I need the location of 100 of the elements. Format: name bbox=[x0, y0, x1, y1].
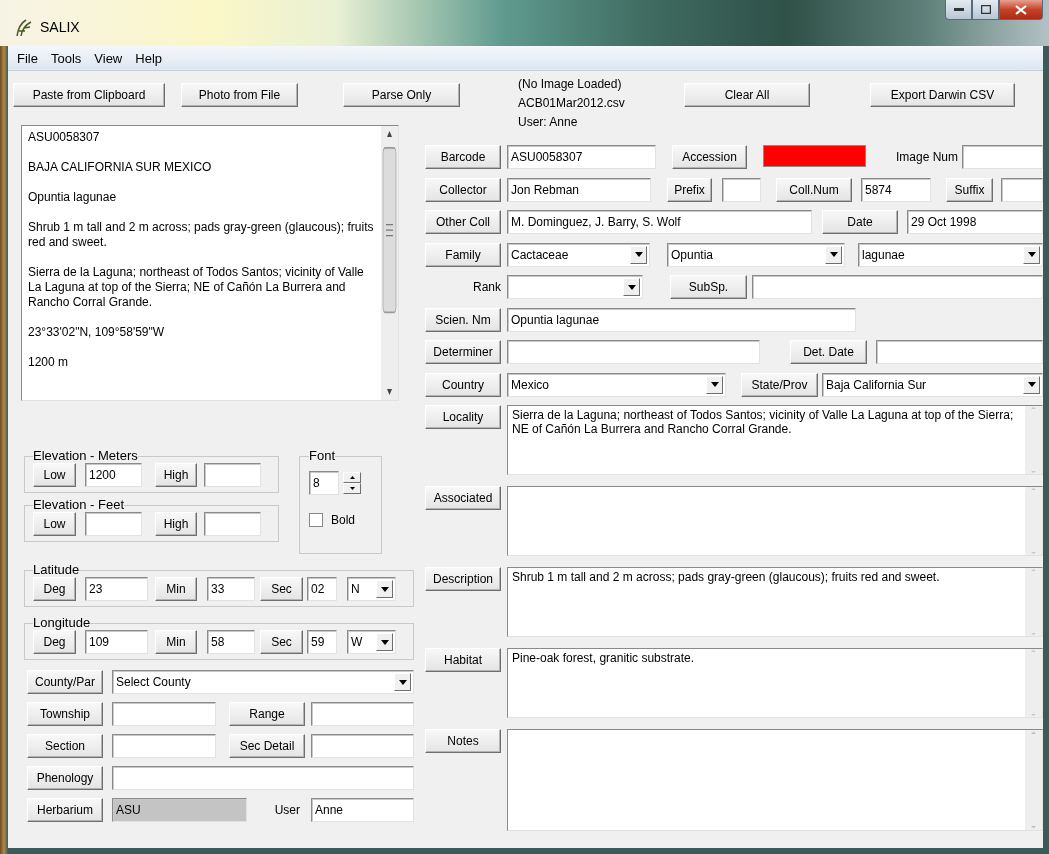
menu-item[interactable]: View bbox=[89, 50, 131, 66]
dropdown[interactable]: Baja California Sur bbox=[822, 372, 1043, 397]
form-button[interactable]: Coll.Num bbox=[776, 177, 852, 202]
form-button[interactable]: Township bbox=[27, 702, 103, 726]
form-button[interactable]: Phenology bbox=[27, 766, 103, 790]
dropdown[interactable]: Mexico bbox=[507, 372, 726, 397]
form-button[interactable]: Description bbox=[425, 567, 501, 591]
menu-item[interactable]: Help bbox=[130, 50, 170, 66]
form-button[interactable]: SubSp. bbox=[670, 275, 747, 299]
input-field[interactable]: 23 bbox=[85, 577, 148, 601]
input-field[interactable]: 5874 bbox=[861, 177, 931, 202]
form-button[interactable]: Low bbox=[33, 463, 76, 487]
form-button[interactable]: Locality bbox=[425, 405, 501, 429]
form-button[interactable]: Sec bbox=[260, 577, 303, 601]
input-field[interactable]: ASU0058307 bbox=[507, 145, 656, 169]
toolbar-button[interactable]: Export Darwin CSV bbox=[870, 83, 1015, 107]
text-area[interactable]: Shrub 1 m tall and 2 m across; pads gray-green (glaucous); fruits red and sweet. bbox=[507, 567, 1043, 637]
input-field[interactable] bbox=[112, 766, 414, 790]
group-title: Latitude bbox=[33, 562, 80, 577]
spin-field[interactable]: 8 bbox=[309, 471, 339, 495]
form-button[interactable]: Min bbox=[155, 630, 197, 654]
input-field[interactable] bbox=[311, 702, 414, 726]
group-title: Elevation - Meters bbox=[33, 448, 138, 463]
close-button[interactable] bbox=[999, 0, 1043, 20]
form-button[interactable]: Sec Detail bbox=[229, 734, 305, 758]
form-button[interactable]: Deg bbox=[33, 630, 76, 654]
form-button[interactable]: Range bbox=[229, 702, 305, 726]
form-button[interactable]: Scien. Nm bbox=[425, 307, 501, 332]
input-field[interactable]: M. Dominguez, J. Barry, S. Wolf bbox=[507, 210, 812, 234]
input-field[interactable] bbox=[112, 734, 216, 758]
form-button[interactable]: Min bbox=[155, 577, 197, 601]
toolbar-button[interactable]: Photo from File bbox=[181, 83, 298, 107]
dropdown[interactable]: Cactaceae bbox=[507, 242, 650, 267]
input-field[interactable]: 02 bbox=[307, 577, 337, 601]
input-field[interactable] bbox=[722, 177, 761, 202]
input-field[interactable] bbox=[311, 734, 414, 758]
form-button[interactable]: Country bbox=[425, 372, 501, 397]
form-button[interactable]: Herbarium bbox=[27, 798, 103, 822]
dropdown[interactable]: Opuntia bbox=[667, 242, 845, 267]
input-field[interactable] bbox=[204, 463, 261, 487]
input-field[interactable] bbox=[112, 702, 216, 726]
form-button[interactable]: Family bbox=[425, 242, 501, 267]
form-button[interactable]: Barcode bbox=[425, 145, 501, 169]
form-button[interactable]: Other Coll bbox=[425, 210, 501, 234]
form-button[interactable]: Collector bbox=[425, 177, 501, 202]
menu-item[interactable]: File bbox=[12, 50, 46, 66]
input-field[interactable]: 109 bbox=[85, 630, 148, 654]
status-text: ACB01Mar2012.csv bbox=[518, 95, 626, 112]
form-button[interactable]: Suffix bbox=[946, 177, 993, 202]
form-button[interactable]: Associated bbox=[425, 486, 501, 510]
minimize-button[interactable] bbox=[945, 0, 972, 20]
form-button[interactable]: Prefix bbox=[667, 177, 712, 202]
maximize-button[interactable] bbox=[972, 0, 999, 20]
text-area[interactable]: Sierra de la Laguna; northeast of Todos Santos; vicinity of Valle La Laguna at top of the Sierra; NE of Cañón La Burrera and Rancho Corral Grande. bbox=[507, 405, 1043, 475]
input-field[interactable]: Jon Rebman bbox=[507, 177, 651, 202]
leaf-icon bbox=[14, 19, 34, 37]
input-field[interactable] bbox=[752, 275, 1043, 299]
form-button[interactable]: County/Par bbox=[27, 670, 103, 694]
form-button[interactable]: Low bbox=[33, 512, 76, 536]
form-button[interactable]: Habitat bbox=[425, 648, 501, 672]
form-button[interactable]: Deg bbox=[33, 577, 76, 601]
input-field[interactable] bbox=[85, 512, 142, 536]
form-button[interactable]: High bbox=[155, 512, 197, 536]
form-button[interactable]: Notes bbox=[425, 729, 501, 753]
spin-up-icon[interactable] bbox=[343, 472, 361, 483]
input-field[interactable] bbox=[1001, 177, 1043, 202]
input-field[interactable] bbox=[876, 340, 1043, 364]
toolbar-button[interactable]: Clear All bbox=[684, 83, 810, 107]
toolbar-button[interactable]: Paste from Clipboard bbox=[13, 83, 165, 107]
input-field[interactable]: 33 bbox=[207, 577, 255, 601]
checkbox[interactable] bbox=[309, 513, 323, 527]
dropdown[interactable]: N bbox=[347, 577, 396, 601]
input-field[interactable]: 1200 bbox=[85, 463, 142, 487]
input-field[interactable]: 29 Oct 1998 bbox=[907, 210, 1043, 234]
input-field[interactable]: 58 bbox=[207, 630, 255, 654]
dropdown[interactable]: lagunae bbox=[858, 242, 1043, 267]
form-button[interactable]: State/Prov bbox=[741, 372, 818, 397]
status-text: (No Image Loaded) bbox=[518, 76, 623, 93]
form-button[interactable]: Sec bbox=[260, 630, 303, 654]
text-area[interactable]: Pine-oak forest, granitic substrate. bbox=[507, 648, 1043, 718]
form-button[interactable]: Determiner bbox=[425, 340, 501, 364]
input-field[interactable] bbox=[962, 145, 1043, 169]
toolbar-button[interactable]: Parse Only bbox=[343, 83, 460, 107]
input-field[interactable]: Opuntia lagunae bbox=[507, 307, 856, 332]
form-button[interactable]: High bbox=[155, 463, 197, 487]
dropdown[interactable]: W bbox=[347, 630, 396, 654]
field-label: Image Num bbox=[894, 149, 958, 166]
form-button[interactable]: Det. Date bbox=[790, 340, 867, 364]
form-button[interactable]: Date bbox=[822, 210, 898, 234]
text-area[interactable]: ASU0058307 BAJA CALIFORNIA SUR MEXICO Opuntia lagunae Shrub 1 m tall and 2 m across; pads gray-green (glaucous); fruits red and sweet. Sierra de la Laguna; northeast of Todos Santos; vicinity of Valle La Laguna at top of the Sierra; NE of Cañón La Burrera and Rancho Corral Grande. 23°33'02"N, 109°58'59"W 1200 m bbox=[21, 125, 399, 401]
input-field[interactable] bbox=[204, 512, 261, 536]
input-field[interactable] bbox=[507, 340, 760, 364]
form-button[interactable]: Accession bbox=[672, 145, 747, 169]
input-field[interactable]: 59 bbox=[307, 630, 337, 654]
dropdown[interactable]: Select County bbox=[112, 670, 414, 694]
group-title: Longitude bbox=[33, 615, 91, 630]
form-button[interactable]: Section bbox=[27, 734, 103, 758]
input-field[interactable]: Anne bbox=[311, 798, 414, 822]
spin-down-icon[interactable] bbox=[343, 483, 361, 494]
menu-item[interactable]: Tools bbox=[45, 50, 90, 66]
